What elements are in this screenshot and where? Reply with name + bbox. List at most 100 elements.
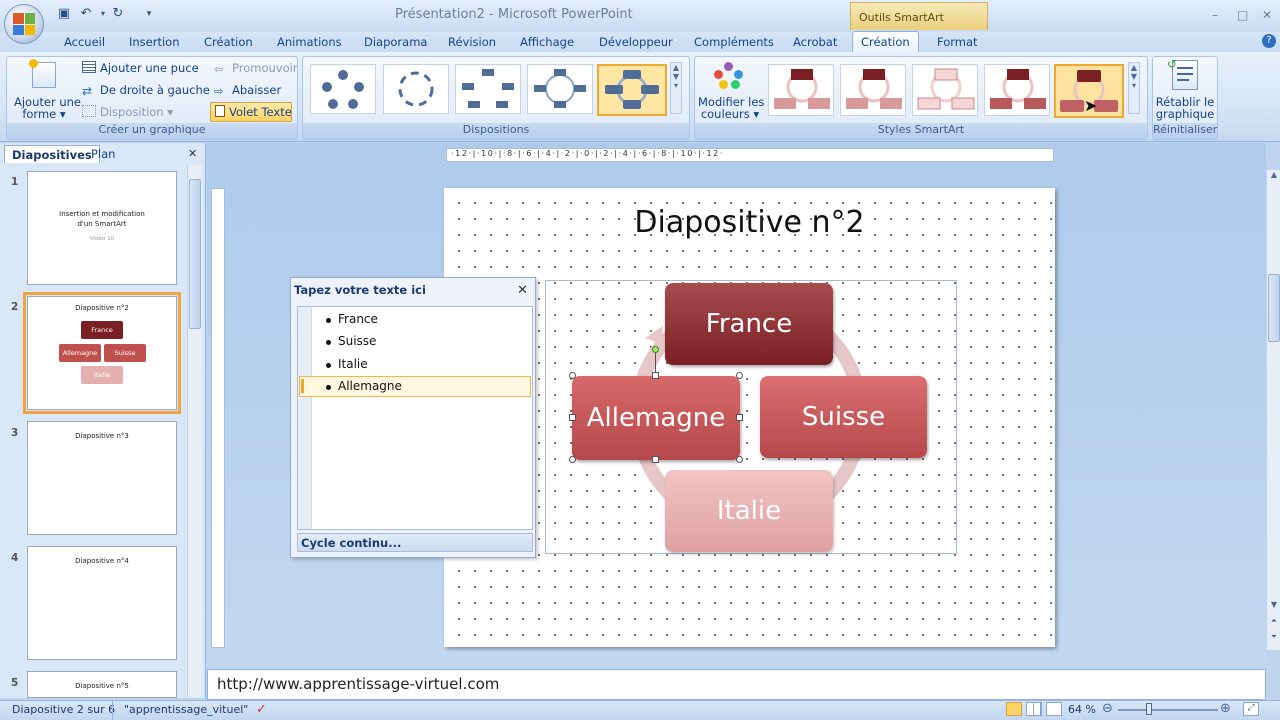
- slide-thumbnail-4[interactable]: Diapositive n°4: [27, 546, 177, 660]
- undo-icon[interactable]: ↶: [78, 6, 94, 22]
- zoom-slider-track[interactable]: [1118, 709, 1218, 711]
- fit-to-window-icon[interactable]: ⤢: [1243, 702, 1259, 716]
- tab-developpeur[interactable]: Développeur: [591, 34, 681, 52]
- layout-thumb-block-cycle[interactable]: [455, 64, 521, 114]
- layout-dropdown-button[interactable]: Disposition ▾: [82, 105, 173, 119]
- add-shape-button[interactable]: Ajouter une forme ▾: [14, 96, 81, 120]
- style-thumb-1[interactable]: [768, 64, 834, 116]
- minimize-button[interactable]: –: [1212, 8, 1218, 22]
- tab-revision[interactable]: Révision: [440, 34, 504, 52]
- group-label: Dispositions: [303, 123, 689, 139]
- slide-thumbnail-1[interactable]: Insertion et modification d'un SmartArt …: [27, 171, 177, 285]
- tab-accueil[interactable]: Accueil: [56, 34, 113, 52]
- layout-thumb-basic-cycle[interactable]: [310, 64, 376, 114]
- scroll-down-icon[interactable]: ▼: [1268, 600, 1280, 614]
- text-pane-item-selected[interactable]: [299, 376, 531, 397]
- style-thumb-2[interactable]: [840, 64, 906, 116]
- group-label: Styles SmartArt: [695, 123, 1147, 139]
- customize-qat-icon[interactable]: ▾: [141, 6, 157, 22]
- slide-sorter-view-icon[interactable]: [1026, 702, 1042, 716]
- tab-animations[interactable]: Animations: [269, 34, 350, 52]
- normal-view-icon[interactable]: [1006, 702, 1022, 716]
- resize-handle[interactable]: [736, 456, 743, 463]
- panel-close-icon[interactable]: ✕: [188, 147, 197, 160]
- zoom-out-icon[interactable]: ⊖: [1102, 701, 1113, 716]
- styles-gallery-scroll[interactable]: ▲ ▼ ▾: [1128, 62, 1140, 114]
- layout-thumb-text-cycle[interactable]: [383, 64, 449, 114]
- text-pane-item[interactable]: Allemagne: [326, 379, 402, 393]
- slide-title[interactable]: Diapositive n°2: [444, 205, 1055, 240]
- promote-button[interactable]: ⇦ Promouvoir: [214, 61, 298, 76]
- smartart-node-suisse[interactable]: Suisse: [760, 376, 927, 458]
- help-icon[interactable]: ?: [1262, 34, 1276, 48]
- rotate-handle[interactable]: [652, 346, 659, 353]
- redo-icon[interactable]: ↻: [110, 6, 126, 22]
- tab-complements[interactable]: Compléments: [686, 34, 782, 52]
- zoom-level[interactable]: 64 %: [1068, 703, 1096, 716]
- smartart-node-france[interactable]: France: [665, 283, 833, 365]
- style-thumb-4[interactable]: [984, 64, 1050, 116]
- text-pane-button[interactable]: Volet Texte: [210, 102, 292, 122]
- undo-dropdown-icon[interactable]: ▾: [95, 6, 111, 22]
- slide-thumbnail-2[interactable]: Diapositive n°2 France Allemagne Suisse …: [23, 292, 181, 414]
- scroll-thumb[interactable]: [1268, 274, 1280, 342]
- text-pane-item[interactable]: Suisse: [325, 334, 376, 348]
- tab-smartart-creation[interactable]: Création: [852, 31, 919, 53]
- reset-graphic-button[interactable]: Rétablir le graphique: [1154, 96, 1216, 120]
- layout-thumb-segmented-cycle[interactable]: [527, 64, 593, 114]
- vertical-ruler: [211, 188, 225, 648]
- text-pane-title: Tapez votre texte ici: [294, 283, 426, 297]
- resize-handle[interactable]: [652, 372, 659, 379]
- tab-affichage[interactable]: Affichage: [512, 34, 582, 52]
- resize-handle[interactable]: [569, 456, 576, 463]
- demote-button[interactable]: ⇨ Abaisser: [214, 83, 281, 98]
- next-slide-icon[interactable]: ⏷: [1268, 632, 1280, 646]
- resize-handle[interactable]: [569, 414, 576, 421]
- tab-creation[interactable]: Création: [196, 34, 261, 52]
- thumb-title-line1: Insertion et modification: [59, 210, 145, 218]
- slide-thumbnail-3[interactable]: Diapositive n°3: [27, 421, 177, 535]
- slide-thumbnail-5[interactable]: Diapositive n°5: [27, 671, 177, 698]
- resize-handle[interactable]: [652, 456, 659, 463]
- tab-acrobat[interactable]: Acrobat: [785, 34, 845, 52]
- text-pane-list[interactable]: France Suisse Italie Allemagne: [297, 306, 533, 530]
- resize-handle[interactable]: [736, 414, 743, 421]
- tab-format[interactable]: Format: [929, 34, 986, 52]
- right-to-left-button[interactable]: ⇄ De droite à gauche: [82, 83, 210, 98]
- layouts-gallery-scroll[interactable]: ▲ ▼ ▾: [670, 62, 682, 114]
- slide-number: 4: [11, 552, 19, 564]
- text-pane-item[interactable]: Italie: [326, 357, 368, 371]
- thumb-title: Diapositive n°5: [75, 682, 129, 690]
- text-pane-close-icon[interactable]: ✕: [517, 283, 528, 298]
- slideshow-view-icon[interactable]: [1046, 702, 1062, 716]
- slides-panel-scrollbar[interactable]: [187, 165, 202, 697]
- smartart-node-allemagne[interactable]: Allemagne: [572, 376, 740, 460]
- text-pane-layout-link[interactable]: Cycle continu...: [297, 533, 533, 552]
- scroll-up-icon[interactable]: ▲: [1268, 170, 1280, 184]
- zoom-slider-thumb[interactable]: [1146, 703, 1152, 715]
- thumb-subtitle: Vidéo 10: [89, 236, 115, 242]
- close-button[interactable]: ✕: [1262, 8, 1272, 22]
- smartart-node-italie[interactable]: Italie: [665, 470, 833, 552]
- office-button[interactable]: [4, 4, 44, 44]
- demote-arrow-icon: ⇨: [214, 84, 224, 98]
- tab-insertion[interactable]: Insertion: [121, 34, 188, 52]
- slide-scrollbar[interactable]: ▲ ▼ ⏶ ⏷: [1266, 170, 1280, 650]
- spell-check-icon[interactable]: ✓: [256, 702, 267, 717]
- tab-diaporama[interactable]: Diaporama: [356, 34, 435, 52]
- add-bullet-button[interactable]: Ajouter une puce: [82, 61, 199, 75]
- layout-thumb-continuous-cycle[interactable]: [597, 64, 667, 116]
- group-label: Créer un graphique: [7, 123, 297, 139]
- zoom-in-icon[interactable]: ⊕: [1220, 701, 1231, 716]
- resize-handle[interactable]: [569, 372, 576, 379]
- style-thumb-3[interactable]: [912, 64, 978, 116]
- previous-slide-icon[interactable]: ⏶: [1268, 616, 1280, 630]
- tab-outline[interactable]: Plan: [84, 145, 122, 163]
- notes-text[interactable]: http://www.apprentissage-virtuel.com: [217, 675, 499, 693]
- maximize-button[interactable]: □: [1237, 8, 1248, 22]
- resize-handle[interactable]: [736, 372, 743, 379]
- change-colors-button[interactable]: Modifier les couleurs ▾: [698, 96, 764, 120]
- text-pane-item[interactable]: France: [326, 312, 378, 326]
- thumb-title: Diapositive n°2: [75, 304, 129, 312]
- save-icon[interactable]: ▣: [56, 6, 72, 22]
